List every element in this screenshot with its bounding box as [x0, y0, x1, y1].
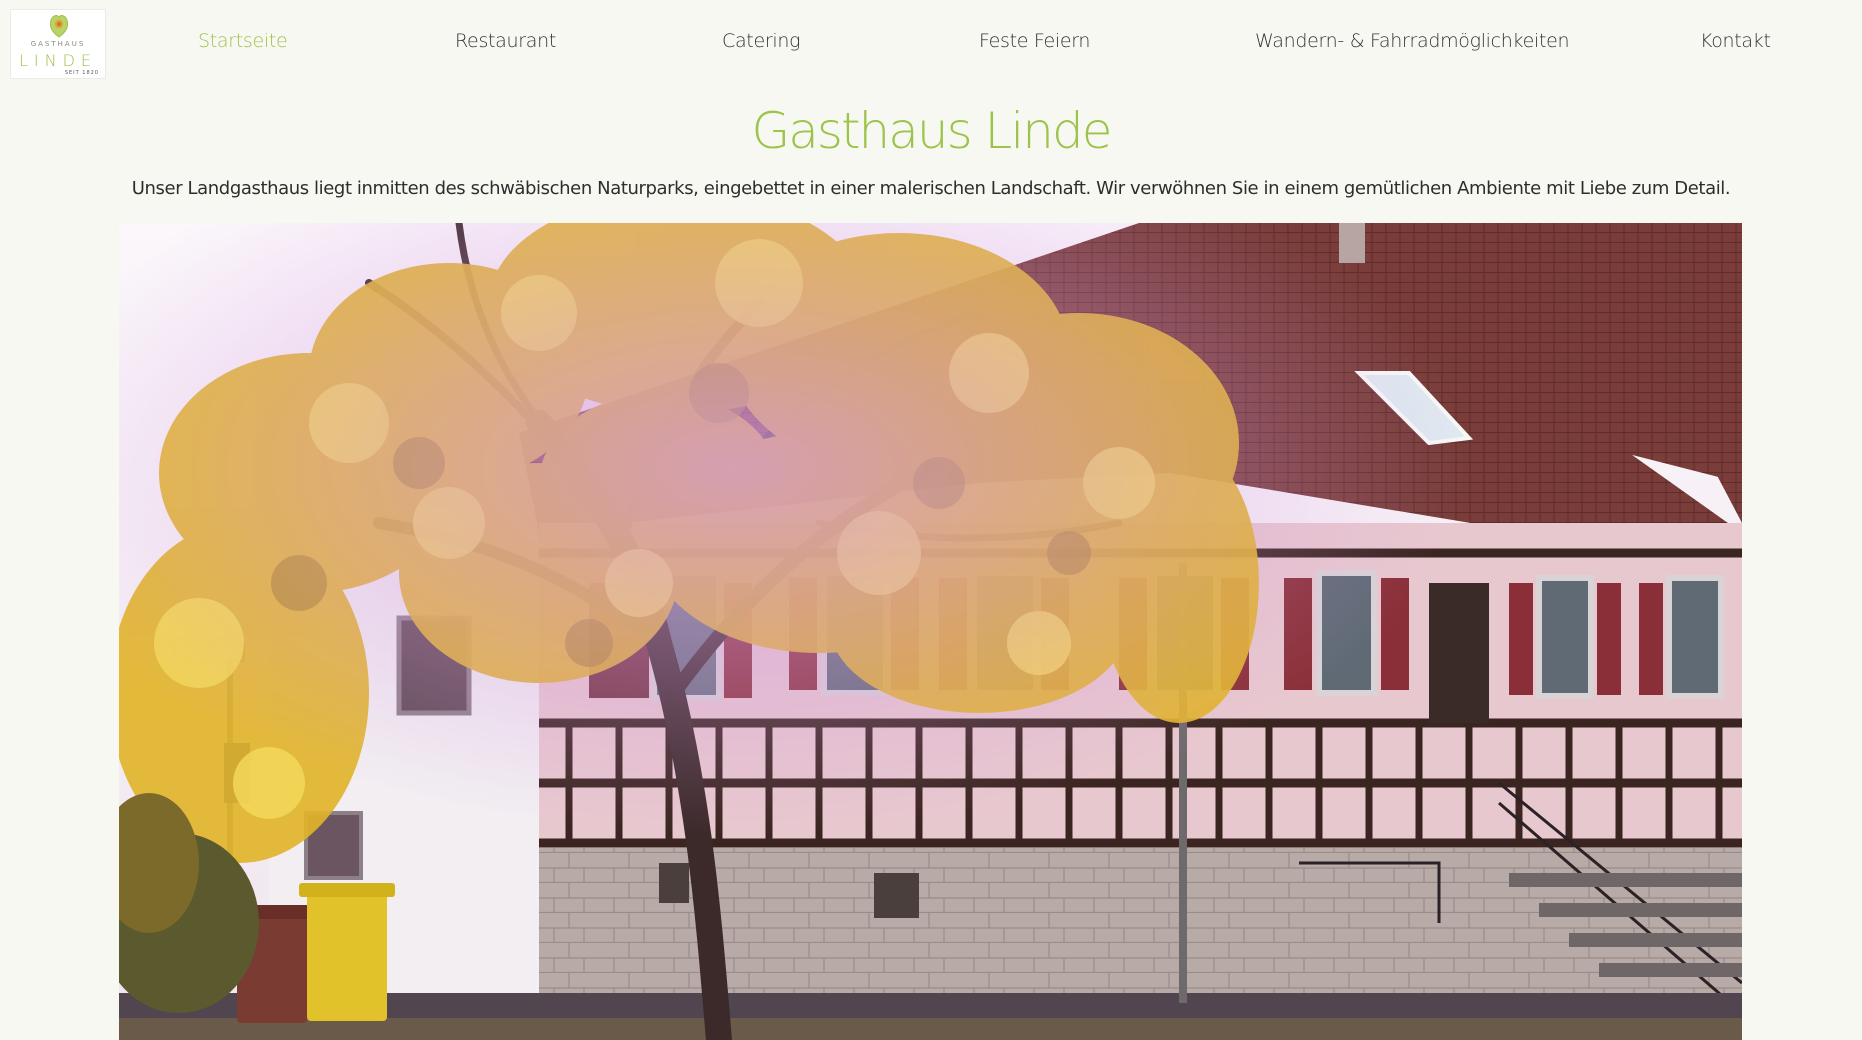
- nav-item-startseite[interactable]: Startseite: [198, 30, 288, 52]
- logo-main-text: LINDE: [18, 51, 98, 70]
- intro-text: Unser Landgasthaus liegt inmitten des sc…: [131, 178, 1731, 199]
- hero-image: [119, 223, 1742, 1040]
- nav-item-kontakt[interactable]: Kontakt: [1700, 30, 1771, 52]
- site-header: GASTHAUS LINDE SEIT 1820 Startseite Rest…: [0, 0, 1862, 90]
- nav-item-catering[interactable]: Catering: [722, 30, 800, 52]
- nav-item-wandern-fahrrad[interactable]: Wandern- & Fahrradmöglichkeiten: [1255, 30, 1570, 52]
- page-title: Gasthaus Linde: [751, 102, 1113, 160]
- linden-leaf-icon: [49, 15, 69, 38]
- logo[interactable]: GASTHAUS LINDE SEIT 1820: [10, 9, 106, 79]
- nav-item-restaurant[interactable]: Restaurant: [455, 30, 556, 52]
- nav-item-feste-feiern[interactable]: Feste Feiern: [979, 30, 1090, 52]
- logo-top-text: GASTHAUS: [30, 40, 86, 48]
- logo-since-text: SEIT 1820: [64, 70, 99, 76]
- gasthaus-photo: [119, 223, 1742, 1040]
